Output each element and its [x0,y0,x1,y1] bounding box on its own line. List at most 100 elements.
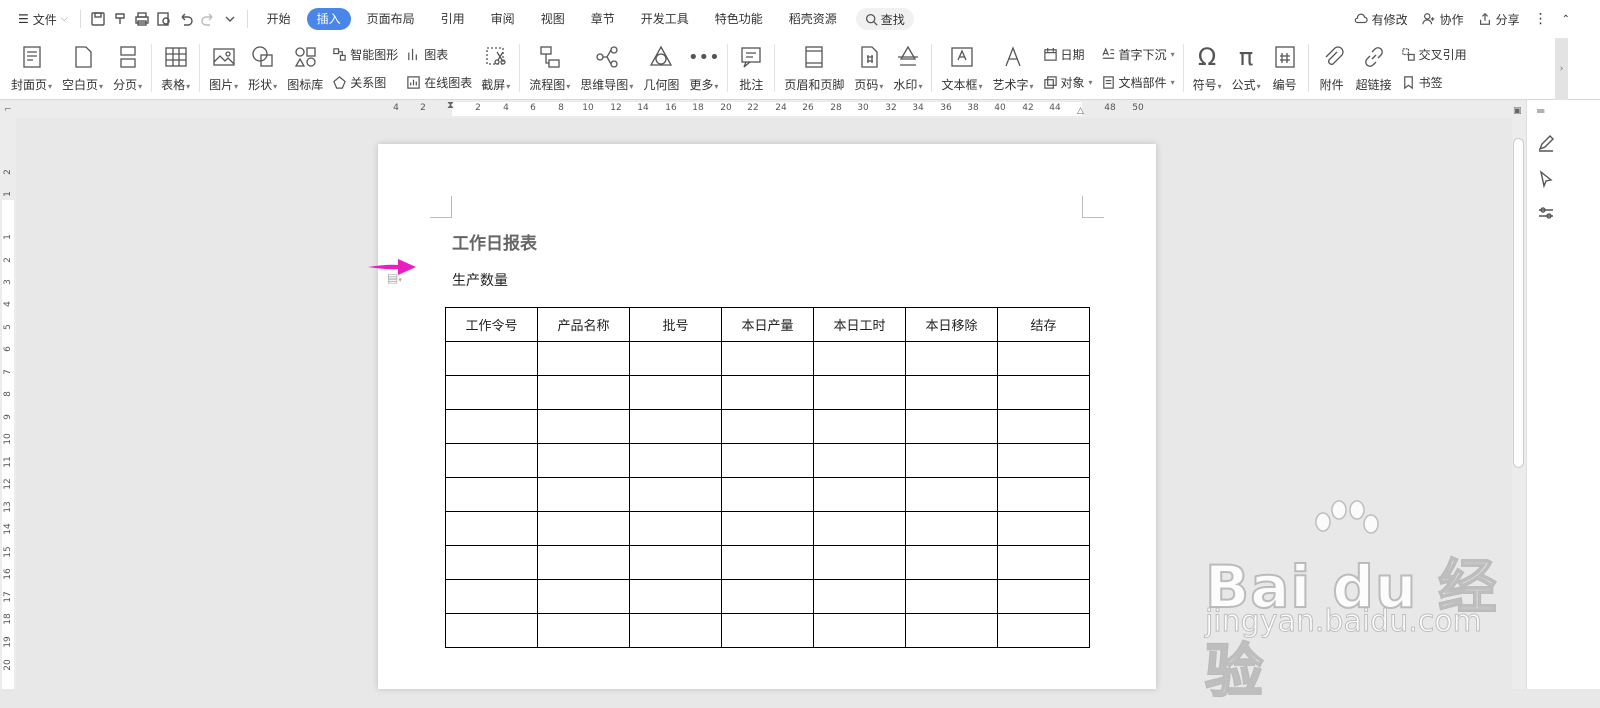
document-title[interactable]: 工作日报表 [452,229,537,254]
more-menu-icon[interactable]: ⋮ [1534,7,1548,31]
undo-icon[interactable] [175,7,197,31]
table-cell[interactable] [721,341,814,376]
icon-library-button[interactable]: 图标库 [282,42,328,98]
file-menu[interactable]: ☰ 文件 ⌵ [12,7,74,31]
table-cell[interactable] [629,409,722,444]
panel-menu-icon[interactable]: ═ [1537,104,1557,124]
table-cell[interactable] [905,443,998,478]
table-cell[interactable] [629,511,722,546]
table-cell[interactable] [445,477,538,512]
table-cell[interactable] [537,409,630,444]
flowchart-button[interactable]: 流程图▾ [524,42,575,98]
numbering-button[interactable]: 编号 [1266,42,1304,98]
tab-docer-resources[interactable]: 稻壳资源 [779,8,847,30]
screenshot-button[interactable]: 截屏▾ [476,42,515,98]
table-cell[interactable] [445,409,538,444]
table-cell[interactable] [997,545,1090,580]
table-cell[interactable] [997,477,1090,512]
online-chart-button[interactable]: 在线图表 [406,72,472,92]
table-cell[interactable] [629,613,722,648]
dropcap-button[interactable]: 首字下沉 ▾ [1101,44,1175,64]
object-button[interactable]: 对象 ▾ [1043,72,1093,92]
header-work-order[interactable]: 工作令号 [445,307,538,342]
table-cell[interactable] [721,545,814,580]
table-cell[interactable] [905,579,998,614]
save-icon[interactable] [87,7,109,31]
header-daily-removed[interactable]: 本日移除 [905,307,998,342]
table-cell[interactable] [721,579,814,614]
settings-sliders-icon[interactable] [1537,204,1557,224]
table-cell[interactable] [813,511,906,546]
hyperlink-button[interactable]: 超链接 [1351,42,1397,98]
tab-insert[interactable]: 插入 [306,8,351,30]
tab-home[interactable]: 开始 [257,8,301,30]
table-cell[interactable] [905,409,998,444]
table-cell[interactable] [721,613,814,648]
page-number-button[interactable]: 页码▾ [849,42,888,98]
table-cell[interactable] [445,341,538,376]
scrollbar-thumb[interactable] [1513,138,1524,468]
table-cell[interactable] [537,545,630,580]
chart-button[interactable]: 图表 [406,44,472,64]
right-indent-marker-icon[interactable]: △ [1077,106,1084,116]
header-footer-button[interactable]: 页眉和页脚 [779,42,849,98]
tab-stop-selector-icon[interactable]: ⌐ [4,105,12,115]
daily-report-table[interactable]: 工作令号 产品名称 批号 本日产量 本日工时 本日移除 结存 [445,307,1090,648]
tab-review[interactable]: 审阅 [481,8,525,30]
tab-page-layout[interactable]: 页面布局 [357,8,425,30]
table-cell[interactable] [721,443,814,478]
table-cell[interactable] [629,545,722,580]
table-cell[interactable] [997,579,1090,614]
shape-button[interactable]: 形状▾ [243,42,282,98]
table-cell[interactable] [445,443,538,478]
table-cell[interactable] [537,613,630,648]
geometry-button[interactable]: 几何图 [638,42,684,98]
picture-button[interactable]: 图片▾ [204,42,243,98]
vertical-ruler[interactable]: 2 1 1 2 3 4 5 6 7 8 9 10 11 12 13 14 15 16 17 18 19 20 [0,118,16,689]
table-cell[interactable] [537,579,630,614]
wordart-button[interactable]: 艺术字▾ [987,42,1038,98]
print-icon[interactable] [131,7,153,31]
collapse-ribbon-icon[interactable]: ⌃ [1562,7,1570,31]
table-cell[interactable] [905,375,998,410]
table-cell[interactable] [445,579,538,614]
document-subtitle[interactable]: 生产数量 [452,270,508,290]
symbol-button[interactable]: Ω 符号▾ [1188,42,1227,98]
table-cell[interactable] [445,613,538,648]
table-cell[interactable] [997,511,1090,546]
header-balance[interactable]: 结存 [997,307,1090,342]
print-preview-icon[interactable] [153,7,175,31]
table-cell[interactable] [905,511,998,546]
table-cell[interactable] [445,545,538,580]
table-cell[interactable] [721,409,814,444]
table-cell[interactable] [629,341,722,376]
tab-developer[interactable]: 开发工具 [631,8,699,30]
table-cell[interactable] [813,545,906,580]
table-cell[interactable] [813,409,906,444]
relation-chart-button[interactable]: 关系图 [332,72,398,92]
select-cursor-icon[interactable] [1537,170,1557,190]
formula-button[interactable]: π 公式▾ [1227,42,1266,98]
customize-toolbar-icon[interactable] [219,7,241,31]
table-cell[interactable] [997,375,1090,410]
document-part-button[interactable]: 文档部件 ▾ [1101,72,1175,92]
watermark-button[interactable]: 水印▾ [888,42,927,98]
table-cell[interactable] [813,477,906,512]
table-cell[interactable] [997,443,1090,478]
bookmark-button[interactable]: 书签 [1401,72,1467,92]
date-button[interactable]: 日期 [1043,44,1093,64]
share-button[interactable]: 分享 [1478,7,1520,31]
table-cell[interactable] [629,443,722,478]
redo-icon[interactable] [197,7,219,31]
header-daily-output[interactable]: 本日产量 [721,307,814,342]
table-cell[interactable] [905,341,998,376]
collaborate-button[interactable]: 协作 [1421,7,1464,31]
ribbon-scroll-right-icon[interactable]: › [1555,38,1568,100]
textbox-button[interactable]: 文本框▾ [936,42,987,98]
table-cell[interactable] [721,375,814,410]
edit-pen-icon[interactable] [1537,134,1557,154]
table-cell[interactable] [813,443,906,478]
table-cell[interactable] [445,375,538,410]
table-cell[interactable] [813,341,906,376]
more-button[interactable]: ••• 更多▾ [684,42,723,98]
